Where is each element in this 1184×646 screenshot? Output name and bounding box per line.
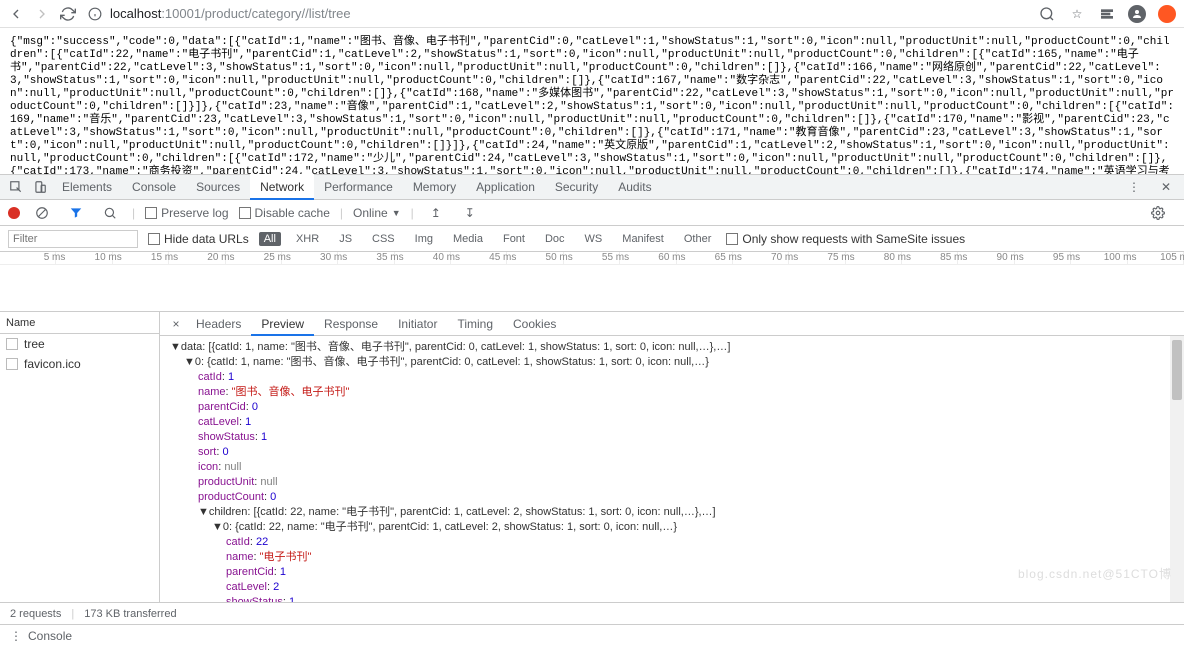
more-icon[interactable]: ⋮ (1122, 175, 1146, 199)
detail-tab-response[interactable]: Response (314, 312, 388, 336)
tab-application[interactable]: Application (466, 174, 545, 200)
filter-toggle-icon[interactable] (64, 201, 88, 225)
url-path: :10001/product/category//list/tree (161, 6, 350, 21)
browser-toolbar: localhost:10001/product/category//list/t… (0, 0, 1184, 28)
filter-type-ws[interactable]: WS (580, 232, 608, 246)
page-content-raw-json: {"msg":"success","code":0,"data":[{"catI… (0, 28, 1184, 174)
file-icon (6, 358, 18, 370)
filter-type-doc[interactable]: Doc (540, 232, 570, 246)
samesite-checkbox[interactable]: Only show requests with SameSite issues (726, 232, 965, 246)
throttling-select[interactable]: Online ▼ (353, 206, 401, 220)
tab-console[interactable]: Console (122, 174, 186, 200)
search-icon[interactable] (1038, 5, 1056, 23)
bookmark-star-icon[interactable]: ☆ (1068, 5, 1086, 23)
extensions-icon[interactable] (1098, 5, 1116, 23)
hide-data-urls-checkbox[interactable]: Hide data URLs (148, 232, 249, 246)
preserve-log-checkbox[interactable]: Preserve log (145, 206, 228, 220)
detail-tab-preview[interactable]: Preview (251, 312, 314, 336)
file-icon (6, 338, 18, 350)
address-bar[interactable]: localhost:10001/product/category//list/t… (86, 5, 1018, 23)
search-toggle-icon[interactable] (98, 201, 122, 225)
request-list: Name tree favicon.ico (0, 312, 160, 602)
preview-scrollbar[interactable] (1170, 336, 1184, 602)
request-detail-pane: × Headers Preview Response Initiator Tim… (160, 312, 1184, 602)
tab-memory[interactable]: Memory (403, 174, 466, 200)
request-item-favicon[interactable]: favicon.ico (0, 354, 159, 374)
close-detail-icon[interactable]: × (166, 317, 186, 331)
device-toggle-icon[interactable] (28, 175, 52, 199)
record-button[interactable] (8, 207, 20, 219)
tab-performance[interactable]: Performance (314, 174, 403, 200)
tab-security[interactable]: Security (545, 174, 608, 200)
filter-type-css[interactable]: CSS (367, 232, 400, 246)
network-settings-icon[interactable] (1146, 201, 1170, 225)
close-devtools-icon[interactable]: ✕ (1154, 175, 1178, 199)
detail-tab-initiator[interactable]: Initiator (388, 312, 447, 336)
filter-type-img[interactable]: Img (410, 232, 438, 246)
back-button[interactable] (8, 6, 24, 22)
network-toolbar: | Preserve log Disable cache | Online ▼ … (0, 200, 1184, 226)
tab-sources[interactable]: Sources (186, 174, 250, 200)
filter-type-other[interactable]: Other (679, 232, 717, 246)
filter-type-xhr[interactable]: XHR (291, 232, 324, 246)
profile-avatar-icon[interactable] (1128, 5, 1146, 23)
inspect-element-icon[interactable] (4, 175, 28, 199)
filter-type-manifest[interactable]: Manifest (617, 232, 669, 246)
filter-type-js[interactable]: JS (334, 232, 357, 246)
drawer-tab[interactable]: ⋮ Console (0, 624, 1184, 646)
detail-tab-headers[interactable]: Headers (186, 312, 251, 336)
detail-tab-cookies[interactable]: Cookies (503, 312, 566, 336)
requests-count: 2 requests (10, 608, 61, 620)
download-har-icon[interactable]: ↧ (458, 201, 482, 225)
timeline-overview[interactable]: 5 ms10 ms15 ms20 ms25 ms30 ms35 ms40 ms4… (0, 252, 1184, 312)
preview-tree[interactable]: ▼data: [{catId: 1, name: "图书、音像、电子书刊", p… (160, 336, 1184, 602)
extension-red-icon[interactable] (1158, 5, 1176, 23)
clear-icon[interactable] (30, 201, 54, 225)
filter-type-font[interactable]: Font (498, 232, 530, 246)
filter-input[interactable] (8, 230, 138, 248)
transferred-size: 173 KB transferred (84, 608, 176, 620)
request-item-tree[interactable]: tree (0, 334, 159, 354)
devtools-tabbar: Elements Console Sources Network Perform… (0, 174, 1184, 200)
network-status-bar: 2 requests | 173 KB transferred (0, 602, 1184, 624)
reload-button[interactable] (60, 6, 76, 22)
tab-audits[interactable]: Audits (608, 174, 661, 200)
request-list-header[interactable]: Name (0, 312, 159, 334)
info-icon (86, 5, 104, 23)
filter-type-media[interactable]: Media (448, 232, 488, 246)
tab-network[interactable]: Network (250, 174, 314, 200)
tab-elements[interactable]: Elements (52, 174, 122, 200)
upload-har-icon[interactable]: ↥ (424, 201, 448, 225)
disable-cache-checkbox[interactable]: Disable cache (239, 206, 330, 220)
url-host: localhost (110, 6, 161, 21)
filter-type-all[interactable]: All (259, 232, 281, 246)
forward-button[interactable] (34, 6, 50, 22)
filter-bar: Hide data URLs All XHR JS CSS Img Media … (0, 226, 1184, 252)
detail-tab-timing[interactable]: Timing (447, 312, 503, 336)
